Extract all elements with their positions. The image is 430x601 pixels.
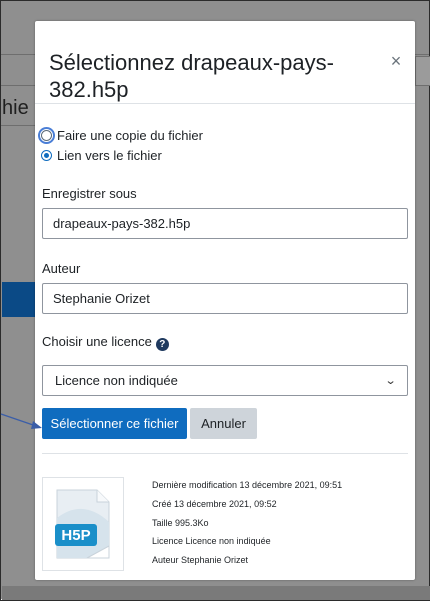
link-file-label: Lien vers le fichier <box>57 147 162 163</box>
select-file-button[interactable]: Sélectionner ce fichier <box>42 408 187 439</box>
license-selected-value: Licence non indiquée <box>55 373 178 388</box>
info-modified: Dernière modification 13 décembre 2021, … <box>152 480 343 490</box>
link-file-radio[interactable] <box>41 149 52 161</box>
info-licence: Licence Licence non indiquée <box>152 536 271 546</box>
backdrop-right-control <box>415 56 430 86</box>
author-label: Auteur <box>42 261 81 276</box>
info-created: Créé 13 décembre 2021, 09:52 <box>152 499 277 509</box>
license-label: Choisir une licence <box>42 334 152 349</box>
pointer-arrow-icon <box>0 413 42 429</box>
copy-file-label: Faire une copie du fichier <box>57 127 203 143</box>
file-thumbnail: H5P <box>42 477 124 571</box>
backdrop-bottom-strip <box>2 586 430 600</box>
chevron-down-icon: ⌄ <box>384 375 397 387</box>
file-picker-dialog: Sélectionnez drapeaux-pays-382.h5p × Fai… <box>35 21 415 580</box>
backdrop-title-line <box>1 125 35 126</box>
copy-file-radio[interactable] <box>38 126 55 144</box>
save-as-input[interactable] <box>42 208 408 239</box>
license-select[interactable]: Licence non indiquée ⌄ <box>42 365 408 396</box>
info-size: Taille 995.3Ko <box>152 518 209 528</box>
h5p-logo-text: H5P <box>61 527 90 544</box>
header-divider <box>35 103 415 104</box>
cancel-button[interactable]: Annuler <box>190 408 257 439</box>
info-author: Auteur Stephanie Orizet <box>152 555 249 565</box>
author-input[interactable] <box>42 283 408 314</box>
h5p-file-icon: H5P <box>55 489 110 559</box>
save-as-label: Enregistrer sous <box>42 186 137 201</box>
select-file-label: Sélectionner ce fichier <box>50 416 179 431</box>
buttons-divider <box>42 453 408 454</box>
copy-file-option[interactable]: Faire une copie du fichier <box>38 126 203 144</box>
cancel-label: Annuler <box>201 416 246 431</box>
close-icon: × <box>390 51 402 71</box>
backdrop-blue-button <box>2 282 36 317</box>
license-label-row: Choisir une licence? <box>42 334 169 351</box>
backdrop-heading-fragment: hie <box>2 97 29 119</box>
question-circle-icon[interactable]: ? <box>155 338 169 351</box>
dialog-title: Sélectionnez drapeaux-pays-382.h5p <box>49 50 334 102</box>
link-file-option[interactable]: Lien vers le fichier <box>41 147 162 163</box>
close-button[interactable]: × <box>388 51 404 71</box>
